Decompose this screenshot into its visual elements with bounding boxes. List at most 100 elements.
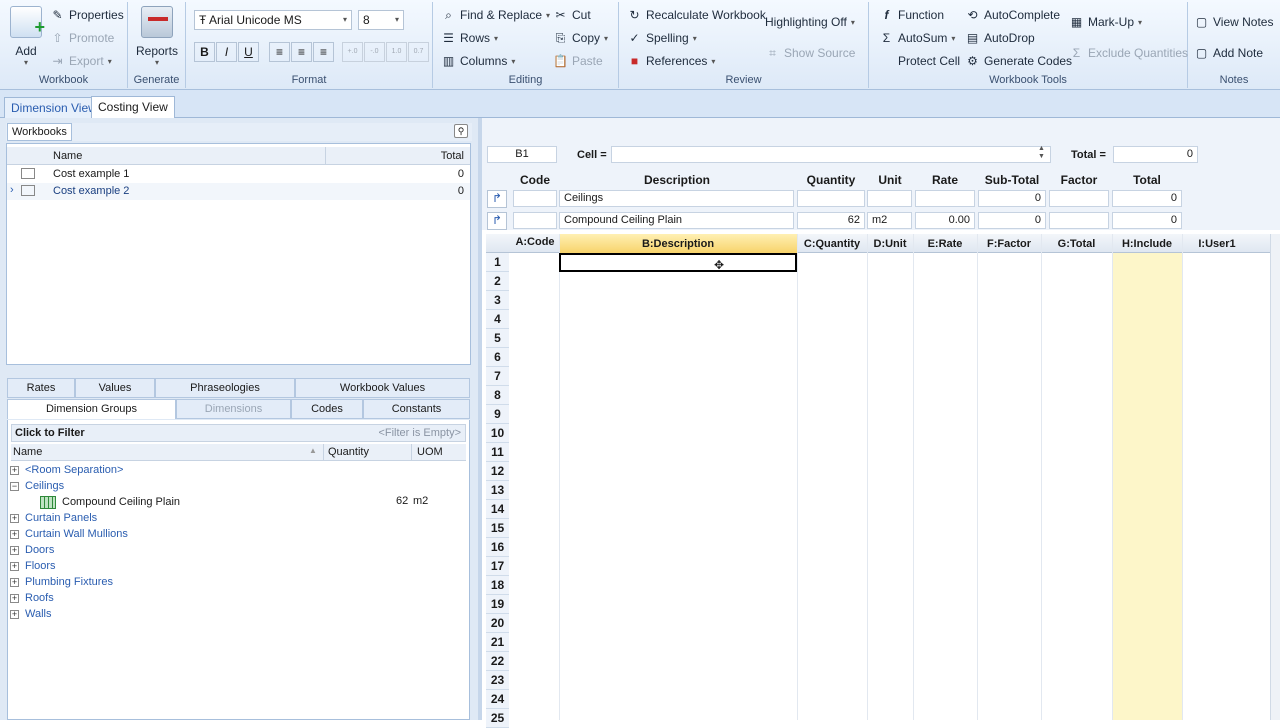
grid-col-i[interactable]: I:User1 xyxy=(1182,238,1252,250)
row-number[interactable]: 5 xyxy=(486,329,509,348)
tree-item[interactable]: + Curtain Panels xyxy=(10,510,97,526)
cost-row2-code[interactable] xyxy=(513,212,557,229)
paste-button[interactable]: 📋 Paste xyxy=(553,52,603,70)
bold-button[interactable]: B xyxy=(194,42,215,62)
generate-codes-button[interactable]: ⚙ Generate Codes xyxy=(965,52,1072,70)
references-button[interactable]: ■ References ▾ xyxy=(627,52,716,70)
decimal-a-button[interactable]: 1.0 xyxy=(386,42,407,62)
expand-icon[interactable]: + xyxy=(10,465,19,475)
autodrop-button[interactable]: ▤ AutoDrop xyxy=(965,29,1035,47)
row-number[interactable]: 4 xyxy=(486,310,509,329)
collapse-icon[interactable]: − xyxy=(10,481,19,491)
grid-col-c[interactable]: C:Quantity xyxy=(797,238,867,250)
cost-row2-description[interactable]: Compound Ceiling Plain xyxy=(559,212,794,229)
cost-row1-factor[interactable] xyxy=(1049,190,1109,207)
row-number[interactable]: 7 xyxy=(486,367,509,386)
cost-row2-rate[interactable]: 0.00 xyxy=(915,212,975,229)
view-notes-button[interactable]: ▢ View Notes xyxy=(1194,13,1274,31)
find-replace-button[interactable]: ⌕ Find & Replace ▾ xyxy=(441,6,550,24)
font-select[interactable]: Ŧ Arial Unicode MS ▾ xyxy=(194,10,352,30)
cost-row1-quantity[interactable] xyxy=(797,190,865,207)
autosum-button[interactable]: Σ AutoSum ▾ xyxy=(879,29,956,47)
row-number[interactable]: 13 xyxy=(486,481,509,500)
expand-icon[interactable]: + xyxy=(10,577,19,587)
table-row[interactable]: › Cost example 2 0 xyxy=(7,183,470,200)
grid-col-h[interactable]: H:Include xyxy=(1112,238,1182,250)
row-number[interactable]: 16 xyxy=(486,538,509,557)
protect-cell-button[interactable]: Protect Cell xyxy=(879,52,960,70)
tab-dimensions[interactable]: Dimensions xyxy=(176,399,291,419)
tree-item[interactable]: + Floors xyxy=(10,558,56,574)
row-number[interactable]: 20 xyxy=(486,614,509,633)
recalculate-button[interactable]: ↻ Recalculate Workbook xyxy=(627,6,765,24)
tab-costing-view[interactable]: Costing View xyxy=(91,96,175,118)
row-number[interactable]: 9 xyxy=(486,405,509,424)
columns-button[interactable]: ▥ Columns ▾ xyxy=(441,52,516,70)
tab-values[interactable]: Values xyxy=(75,378,155,398)
row-number[interactable]: 18 xyxy=(486,576,509,595)
tree-item[interactable]: + Roofs xyxy=(10,590,54,606)
cost-row1-code[interactable] xyxy=(513,190,557,207)
cost-row2-unit[interactable]: m2 xyxy=(867,212,912,229)
grid-col-d[interactable]: D:Unit xyxy=(867,238,913,250)
function-button[interactable]: f Function xyxy=(879,6,945,24)
row-number[interactable]: 8 xyxy=(486,386,509,405)
grid-col-a[interactable]: A:Code xyxy=(511,236,559,248)
expand-icon[interactable]: + xyxy=(10,561,19,571)
export-button[interactable]: ⇥ Export ▾ xyxy=(50,52,111,70)
tab-codes[interactable]: Codes xyxy=(291,399,363,419)
tab-dimension-view[interactable]: Dimension View xyxy=(4,97,104,118)
tree-item[interactable]: − Ceilings xyxy=(10,478,64,494)
row-number[interactable]: 10 xyxy=(486,424,509,443)
align-left-icon[interactable]: ≡ xyxy=(269,42,290,62)
filter-bar[interactable]: Click to Filter <Filter is Empty> xyxy=(11,424,466,442)
row-number[interactable]: 24 xyxy=(486,690,509,709)
cost-row2-quantity[interactable]: 62 xyxy=(797,212,865,229)
reports-button[interactable]: Reports ▾ xyxy=(135,6,179,67)
tab-phraseologies[interactable]: Phraseologies xyxy=(155,378,295,398)
italic-button[interactable]: I xyxy=(216,42,237,62)
active-cell[interactable] xyxy=(559,253,797,272)
tree-item[interactable]: + Plumbing Fixtures xyxy=(10,574,113,590)
font-size-select[interactable]: 8 ▾ xyxy=(358,10,404,30)
row-number[interactable]: 23 xyxy=(486,671,509,690)
tree-child-item[interactable]: Compound Ceiling Plain 62 m2 xyxy=(40,494,460,510)
markup-button[interactable]: ▦ Mark-Up ▾ xyxy=(1069,13,1142,31)
increase-decimal-button[interactable]: +.0 xyxy=(342,42,363,62)
promote-button[interactable]: ⇧ Promote xyxy=(50,29,114,47)
cut-button[interactable]: ✂ Cut xyxy=(553,6,590,24)
row-number[interactable]: 6 xyxy=(486,348,509,367)
vertical-scrollbar[interactable] xyxy=(1270,234,1280,720)
row-number[interactable]: 11 xyxy=(486,443,509,462)
row-number[interactable]: 12 xyxy=(486,462,509,481)
tab-dimension-groups[interactable]: Dimension Groups xyxy=(7,399,176,419)
tab-rates[interactable]: Rates xyxy=(7,378,75,398)
tab-workbook-values[interactable]: Workbook Values xyxy=(295,378,470,398)
expand-icon[interactable]: + xyxy=(10,529,19,539)
add-note-button[interactable]: ▢ Add Note xyxy=(1194,44,1263,62)
tree-item[interactable]: + Walls xyxy=(10,606,51,622)
row-number[interactable]: 25 xyxy=(486,709,509,728)
add-button[interactable]: + Add ▾ xyxy=(4,6,48,67)
grid-col-b[interactable]: B:Description xyxy=(559,238,797,250)
row-number[interactable]: 19 xyxy=(486,595,509,614)
row-number[interactable]: 22 xyxy=(486,652,509,671)
row-number[interactable]: 21 xyxy=(486,633,509,652)
pin-icon[interactable]: ⚲ xyxy=(454,124,468,138)
navigate-icon[interactable]: ↱ xyxy=(487,190,507,208)
cell-formula-input[interactable] xyxy=(611,146,1051,163)
cost-row1-unit[interactable] xyxy=(867,190,912,207)
align-center-icon[interactable]: ≡ xyxy=(291,42,312,62)
cost-row1-rate[interactable] xyxy=(915,190,975,207)
highlighting-button[interactable]: Highlighting Off ▾ xyxy=(765,13,855,31)
grid-col-g[interactable]: G:Total xyxy=(1041,238,1112,250)
expand-icon[interactable]: + xyxy=(10,609,19,619)
grid-col-f[interactable]: F:Factor xyxy=(977,238,1041,250)
cell-reference[interactable]: B1 xyxy=(487,146,557,163)
row-number[interactable]: 1 xyxy=(486,253,509,272)
decimal-b-button[interactable]: 0.7 xyxy=(408,42,429,62)
expand-icon[interactable]: + xyxy=(10,593,19,603)
row-number[interactable]: 2 xyxy=(486,272,509,291)
grid-col-e[interactable]: E:Rate xyxy=(913,238,977,250)
tree-item[interactable]: + Curtain Wall Mullions xyxy=(10,526,128,542)
